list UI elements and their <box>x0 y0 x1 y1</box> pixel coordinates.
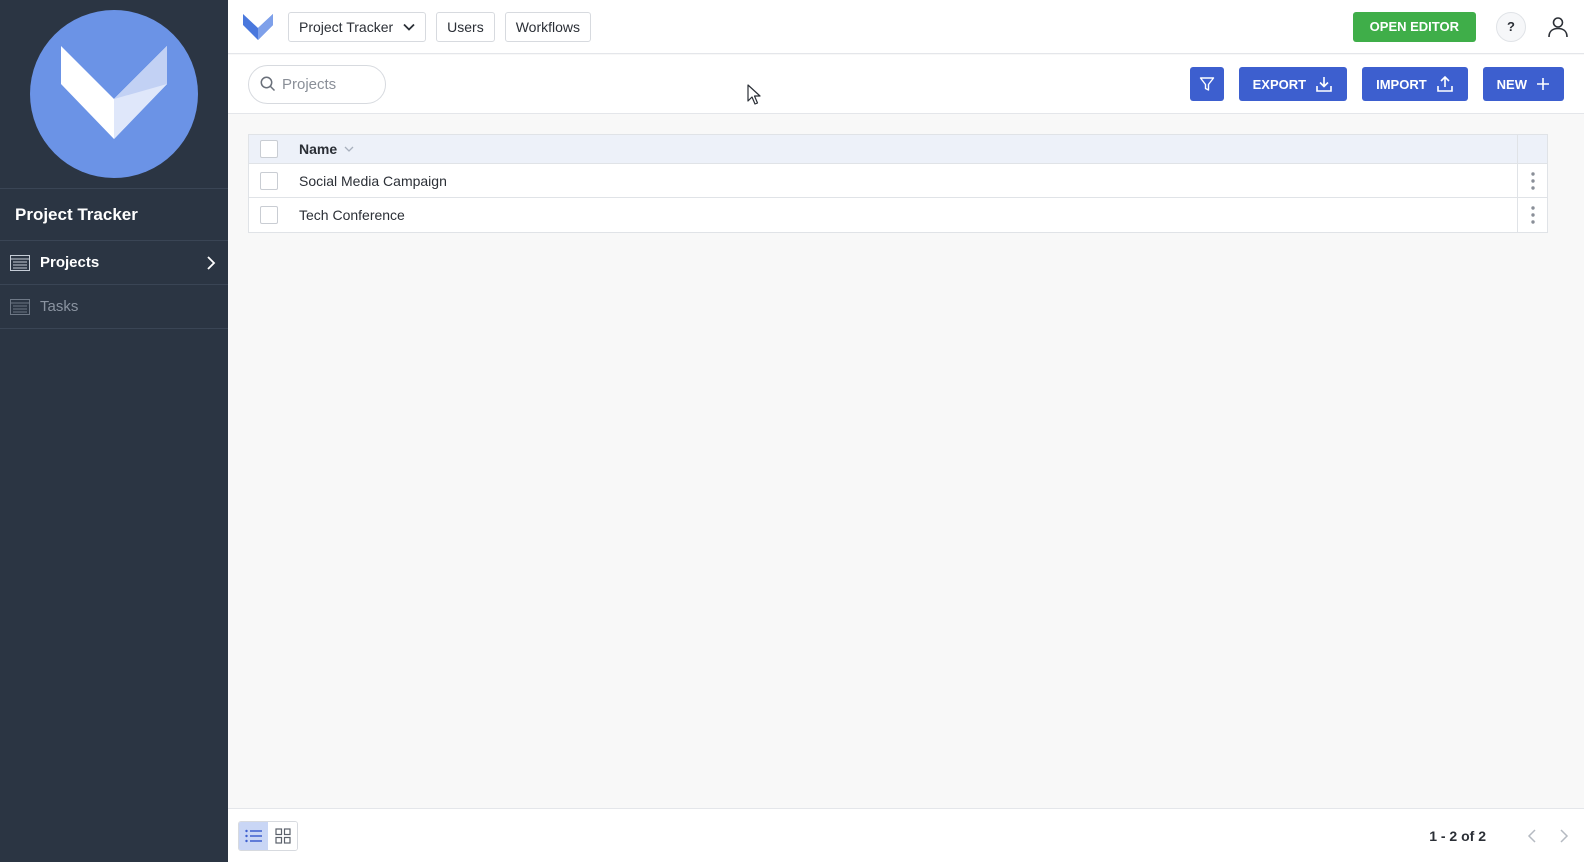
sidebar-item-label: Tasks <box>40 298 79 315</box>
list-footer: 1 - 2 of 2 <box>228 808 1584 862</box>
import-label: IMPORT <box>1376 76 1427 92</box>
more-vertical-icon <box>1530 171 1535 190</box>
table-icon <box>10 298 30 315</box>
download-icon <box>1316 77 1332 92</box>
table-row[interactable]: Tech Conference <box>249 198 1547 232</box>
new-label: NEW <box>1496 76 1527 92</box>
grid-view-icon <box>274 827 291 844</box>
list-toolbar: EXPORT IMPORT NEW <box>228 55 1584 114</box>
workflows-button[interactable]: Workflows <box>504 11 592 42</box>
select-all-checkbox[interactable] <box>260 140 278 158</box>
plus-icon <box>1537 78 1549 90</box>
chevron-right-icon <box>207 255 216 270</box>
import-button[interactable]: IMPORT <box>1362 67 1468 101</box>
help-button[interactable]: ? <box>1496 11 1526 42</box>
sidebar-item-tasks[interactable]: Tasks <box>0 285 228 329</box>
list-view-button[interactable] <box>239 821 268 850</box>
mouse-cursor-icon <box>747 84 761 105</box>
pagination-summary: 1 - 2 of 2 <box>1429 827 1486 844</box>
list-view-icon <box>244 829 262 842</box>
table-row[interactable]: Social Media Campaign <box>249 164 1547 198</box>
row-name[interactable]: Tech Conference <box>289 207 1517 223</box>
export-label: EXPORT <box>1252 76 1307 92</box>
next-page-button[interactable] <box>1554 826 1574 846</box>
search-icon <box>260 76 276 92</box>
sidebar: Project Tracker Projects Tasks <box>0 0 228 862</box>
app-logo-icon <box>61 46 167 139</box>
actions-column-header <box>1517 135 1547 163</box>
column-header-label: Name <box>299 141 338 157</box>
app-select-dropdown[interactable]: Project Tracker <box>288 11 427 42</box>
more-vertical-icon <box>1530 206 1535 224</box>
filter-button[interactable] <box>1189 67 1224 101</box>
search-box[interactable] <box>248 64 386 104</box>
table-header-row: Name <box>249 135 1547 164</box>
table-icon <box>10 254 30 271</box>
users-button[interactable]: Users <box>436 11 495 42</box>
sidebar-item-label: Projects <box>40 254 100 271</box>
search-input[interactable] <box>282 75 372 93</box>
sidebar-item-projects[interactable]: Projects <box>0 241 228 285</box>
view-toggle <box>238 820 298 851</box>
export-button[interactable]: EXPORT <box>1238 67 1348 101</box>
row-actions-button[interactable] <box>1517 198 1547 232</box>
new-button[interactable]: NEW <box>1482 67 1564 101</box>
sidebar-logo-area <box>0 0 228 189</box>
open-editor-button[interactable]: OPEN EDITOR <box>1352 11 1476 42</box>
chevron-down-icon <box>403 23 415 31</box>
brand-logo-icon[interactable] <box>242 11 274 43</box>
chevron-right-icon <box>1560 828 1569 843</box>
user-icon[interactable] <box>1546 15 1570 39</box>
grid-view-button[interactable] <box>268 821 297 850</box>
previous-page-button[interactable] <box>1522 826 1542 846</box>
projects-table: Name Social Media Campaign Tech Conferen… <box>248 134 1548 233</box>
app-select-label: Project Tracker <box>299 18 394 35</box>
filter-icon <box>1199 77 1214 91</box>
sort-chevron-down-icon <box>344 146 354 152</box>
row-actions-button[interactable] <box>1517 164 1547 197</box>
top-bar: Project Tracker Users Workflows OPEN EDI… <box>228 0 1584 54</box>
row-name[interactable]: Social Media Campaign <box>289 173 1517 189</box>
chevron-left-icon <box>1527 828 1536 843</box>
app-logo <box>30 10 198 178</box>
column-header-name[interactable]: Name <box>289 141 1517 157</box>
sidebar-app-title: Project Tracker <box>0 189 228 241</box>
row-checkbox[interactable] <box>260 206 278 224</box>
row-checkbox[interactable] <box>260 171 278 190</box>
upload-icon <box>1436 75 1453 92</box>
